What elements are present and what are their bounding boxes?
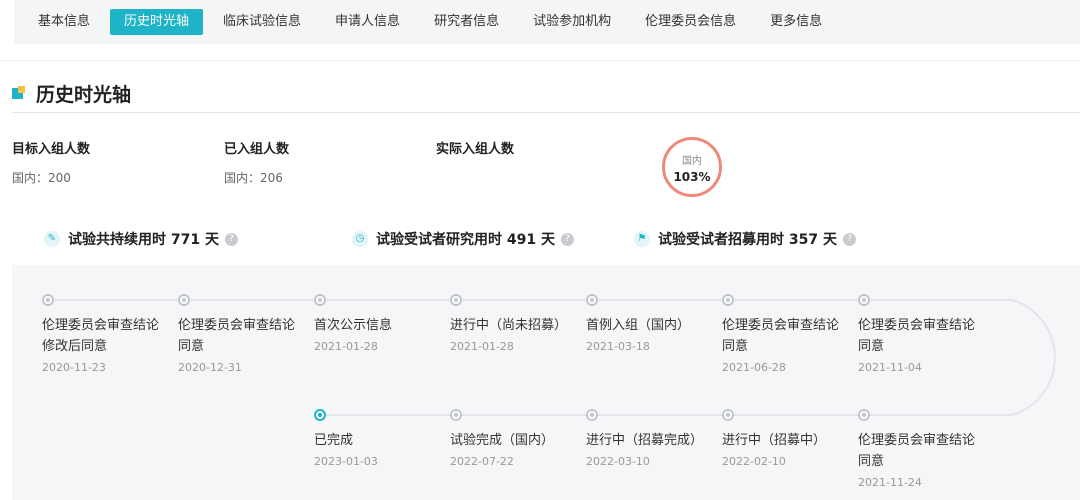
timeline-event: 进行中（尚未招募） 2021-01-28 <box>450 315 570 353</box>
enrollment-ratio-ring: 国内 103% <box>662 137 722 197</box>
timeline-dot-core <box>861 412 867 418</box>
header-divider <box>0 60 1080 61</box>
event-title: 伦理委员会审查结论修改后同意 <box>42 318 160 354</box>
section-marker-icon <box>12 86 26 100</box>
timeline-dot-core <box>453 412 459 418</box>
title-divider <box>12 112 1080 113</box>
timeline-event: 进行中（招募中） 2022-02-10 <box>722 430 842 468</box>
tab-applicant-info[interactable]: 申请人信息 <box>321 9 414 35</box>
page-title: 历史时光轴 <box>36 83 132 106</box>
study-duration-text: 试验受试者研究用时 491 天 <box>376 232 555 248</box>
event-title: 进行中（招募中） <box>722 433 827 448</box>
tab-basic-info[interactable]: 基本信息 <box>24 9 104 35</box>
timeline-dot-core <box>725 297 731 303</box>
pen-icon: ✎ <box>44 231 60 247</box>
timeline-event: 试验完成（国内） 2022-07-22 <box>450 430 570 468</box>
tab-participating-institutions[interactable]: 试验参加机构 <box>519 9 625 35</box>
tab-clinical-trial-info[interactable]: 临床试验信息 <box>209 9 315 35</box>
timeline-event-current: 已完成 2023-01-03 <box>314 430 434 468</box>
event-title: 伦理委员会审查结论同意 <box>178 318 296 354</box>
target-enrollment: 目标入组人数 国内：200 <box>12 138 90 186</box>
event-date: 2021-01-28 <box>450 340 514 353</box>
actual-enrollment: 实际入组人数 <box>436 138 514 169</box>
event-date: 2021-11-04 <box>858 361 922 374</box>
event-date: 2022-02-10 <box>722 455 786 468</box>
target-enrollment-value: 国内：200 <box>12 171 71 185</box>
study-duration: ◷ 试验受试者研究用时 491 天 ? <box>352 229 574 249</box>
timeline-event: 伦理委员会审查结论同意 2021-11-24 <box>858 430 978 489</box>
timeline-dot-core <box>589 297 595 303</box>
event-title: 伦理委员会审查结论同意 <box>858 318 976 354</box>
event-title: 伦理委员会审查结论同意 <box>722 318 840 354</box>
enrolled-count-label: 已入组人数 <box>224 142 290 157</box>
total-duration-text: 试验共持续用时 771 天 <box>68 232 219 248</box>
target-enrollment-label: 目标入组人数 <box>12 142 91 157</box>
event-title: 进行中（招募完成） <box>586 433 704 448</box>
event-date: 2023-01-03 <box>314 455 378 468</box>
event-date: 2021-11-24 <box>858 476 922 489</box>
recruit-duration: ⚑ 试验受试者招募用时 357 天 ? <box>634 229 856 249</box>
timeline-event: 首次公示信息 2021-01-28 <box>314 315 434 353</box>
clock-icon: ◷ <box>352 231 368 247</box>
ratio-value: 103% <box>673 170 711 184</box>
timeline-event: 伦理委员会审查结论同意 2021-06-28 <box>722 315 842 374</box>
timeline-dot-core <box>725 412 731 418</box>
timeline-dot-core <box>317 297 323 303</box>
timeline-event: 伦理委员会审查结论同意 2021-11-04 <box>858 315 978 374</box>
event-title: 试验完成（国内） <box>450 433 555 448</box>
timeline-event: 伦理委员会审查结论修改后同意 2020-11-23 <box>42 315 162 374</box>
flag-icon: ⚑ <box>634 231 650 247</box>
timeline-event: 首例入组（国内） 2021-03-18 <box>586 315 706 353</box>
enrolled-count-value: 国内：206 <box>224 171 283 185</box>
event-date: 2021-03-18 <box>586 340 650 353</box>
event-title: 首次公示信息 <box>314 318 393 333</box>
timeline-dot-core <box>45 297 51 303</box>
total-duration: ✎ 试验共持续用时 771 天 ? <box>44 229 238 249</box>
section-header: 历史时光轴 <box>12 80 131 106</box>
tab-researcher-info[interactable]: 研究者信息 <box>420 9 513 35</box>
enrolled-count: 已入组人数 国内：206 <box>224 138 289 186</box>
event-date: 2021-01-28 <box>314 340 378 353</box>
event-date: 2022-03-10 <box>586 455 650 468</box>
help-icon[interactable]: ? <box>224 232 238 246</box>
timeline-dot-core <box>453 297 459 303</box>
recruit-duration-text: 试验受试者招募用时 357 天 <box>658 232 837 248</box>
tab-history-timeline[interactable]: 历史时光轴 <box>110 9 204 35</box>
timeline-dot-core <box>589 412 595 418</box>
help-icon[interactable]: ? <box>560 232 574 246</box>
ratio-label: 国内 <box>682 156 702 167</box>
event-title: 伦理委员会审查结论同意 <box>858 433 976 469</box>
event-date: 2021-06-28 <box>722 361 786 374</box>
help-icon[interactable]: ? <box>842 232 856 246</box>
tab-bar: 基本信息 历史时光轴 临床试验信息 申请人信息 研究者信息 试验参加机构 伦理委… <box>14 0 1080 44</box>
timeline-event: 进行中（招募完成） 2022-03-10 <box>586 430 706 468</box>
tab-more-info[interactable]: 更多信息 <box>756 9 836 35</box>
history-timeline: 伦理委员会审查结论修改后同意 2020-11-23 伦理委员会审查结论同意 20… <box>12 265 1080 500</box>
event-date: 2020-11-23 <box>42 361 106 374</box>
event-title: 首例入组（国内） <box>586 318 691 333</box>
timeline-event: 伦理委员会审查结论同意 2020-12-31 <box>178 315 298 374</box>
event-title: 进行中（尚未招募） <box>450 318 568 333</box>
tab-ethics-committee-info[interactable]: 伦理委员会信息 <box>631 9 750 35</box>
event-date: 2022-07-22 <box>450 455 514 468</box>
actual-enrollment-label: 实际入组人数 <box>436 142 515 157</box>
timeline-dot-core <box>317 412 323 418</box>
event-title: 已完成 <box>314 433 354 448</box>
timeline-dot-core <box>181 297 187 303</box>
event-date: 2020-12-31 <box>178 361 242 374</box>
timeline-dot-core <box>861 297 867 303</box>
